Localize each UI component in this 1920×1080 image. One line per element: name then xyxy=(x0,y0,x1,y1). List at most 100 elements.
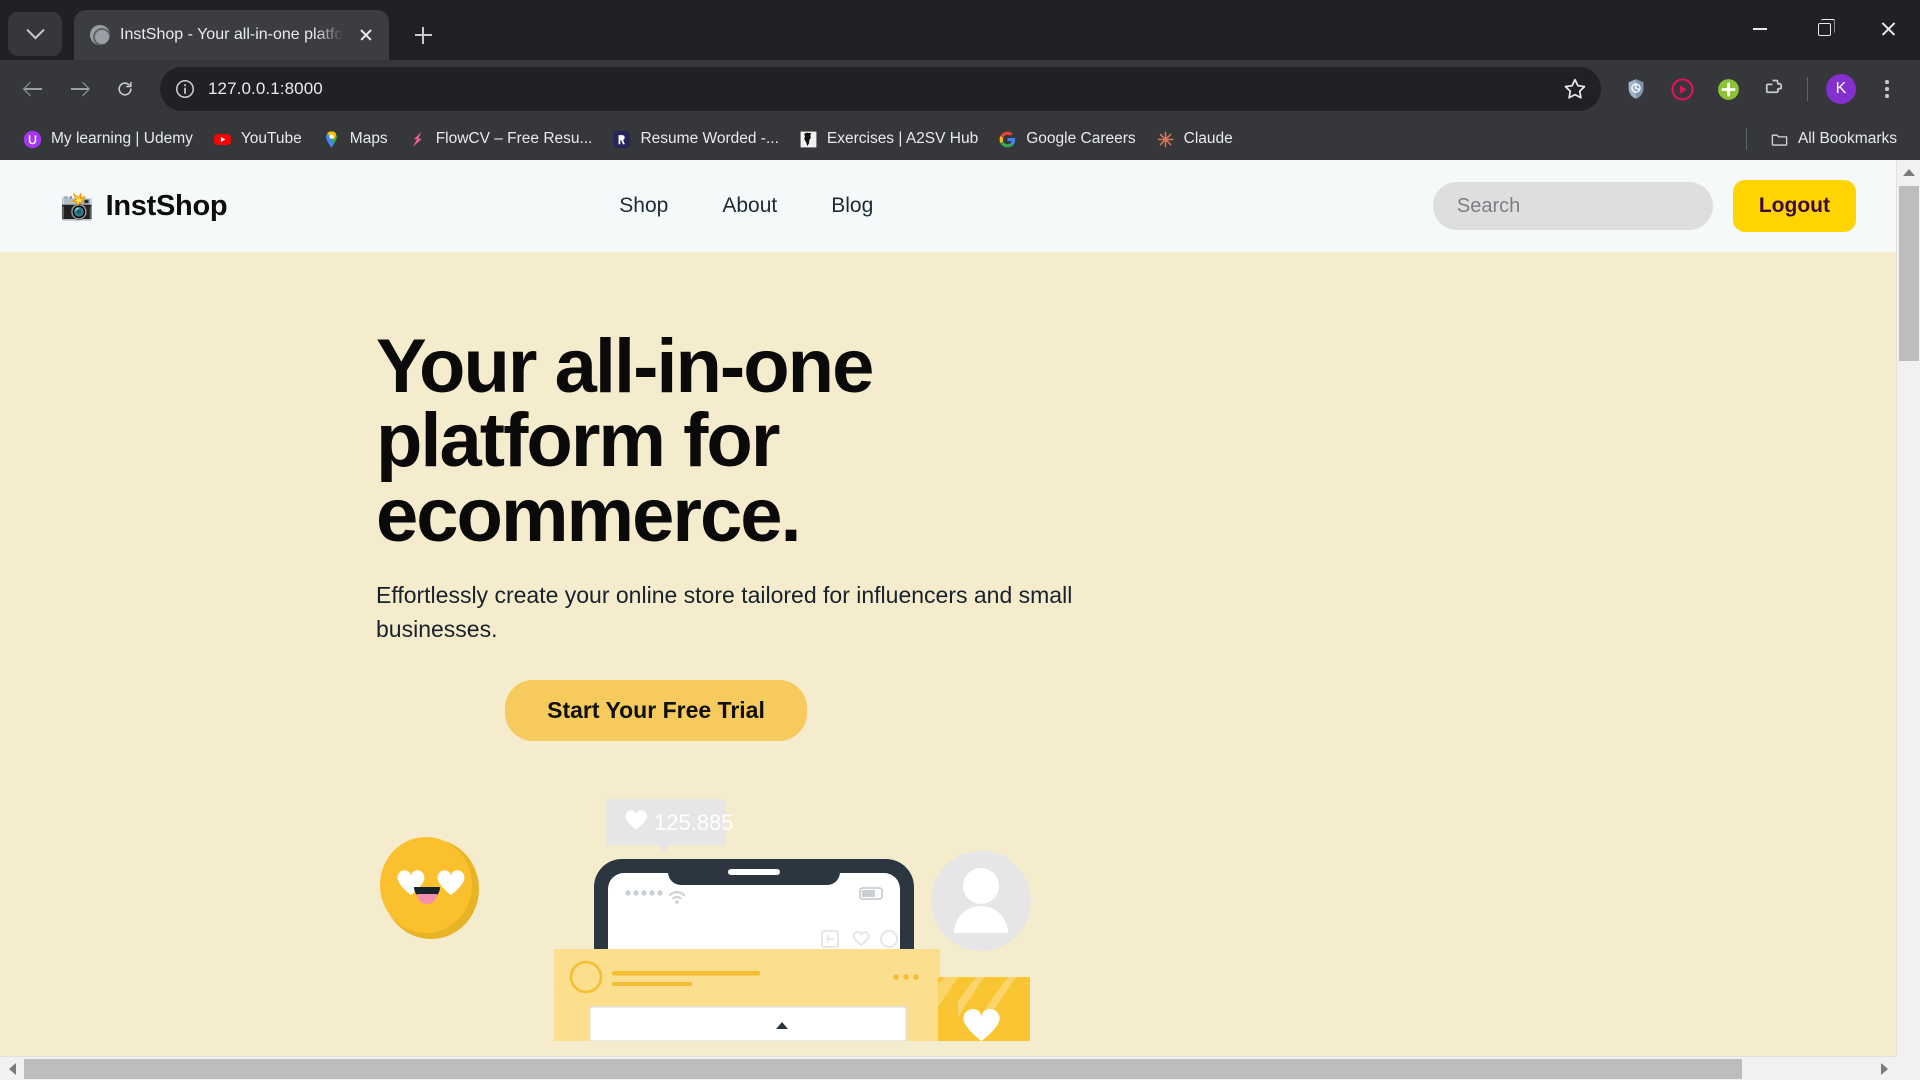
all-bookmarks-area: All Bookmarks xyxy=(1745,125,1906,154)
bookmark-a2sv[interactable]: Exercises | A2SV Hub xyxy=(790,125,987,154)
maximize-button[interactable] xyxy=(1792,0,1856,58)
a2sv-icon xyxy=(800,131,817,147)
bookmark-maps[interactable]: Maps xyxy=(313,125,397,154)
claude-icon xyxy=(1157,131,1174,147)
camera-flash-icon: 📸 xyxy=(60,190,94,221)
start-free-trial-button[interactable]: Start Your Free Trial xyxy=(505,680,807,742)
all-bookmarks-button[interactable]: All Bookmarks xyxy=(1761,125,1906,154)
nav-link-blog[interactable]: Blog xyxy=(831,194,873,218)
arrow-right-icon xyxy=(70,80,89,99)
bookmark-label: My learning | Udemy xyxy=(51,130,193,147)
site-nav-links: Shop About Blog xyxy=(619,194,873,218)
triangle-up-icon xyxy=(1902,168,1915,176)
back-button[interactable] xyxy=(12,68,54,110)
hero-title-line-3: ecommerce. xyxy=(376,472,802,558)
hero-title-line-2: platform for xyxy=(376,398,780,484)
brand-name: InstShop xyxy=(105,189,228,222)
scroll-right-button[interactable] xyxy=(1872,1057,1896,1080)
flowcv-icon xyxy=(412,131,422,147)
window-controls xyxy=(1728,0,1920,58)
triangle-right-icon xyxy=(1880,1063,1888,1075)
site-info-icon[interactable] xyxy=(174,78,196,100)
udemy-icon xyxy=(23,130,42,148)
bookmark-udemy[interactable]: My learning | Udemy xyxy=(14,125,202,154)
bookmark-label: YouTube xyxy=(240,130,302,147)
resume-worded-icon xyxy=(613,130,631,148)
bookmark-label: Resume Worded -... xyxy=(640,130,779,147)
youtube-icon xyxy=(214,133,231,145)
bookmark-star-icon[interactable] xyxy=(1563,77,1587,101)
bookmark-google-careers[interactable]: Google Careers xyxy=(989,125,1144,154)
search-input[interactable] xyxy=(1432,182,1713,230)
browser-toolbar: 127.0.0.1:8000 K xyxy=(0,60,1920,118)
bookmark-claude[interactable]: Claude xyxy=(1147,125,1242,154)
folder-icon xyxy=(1771,133,1788,146)
bookmark-label: Maps xyxy=(349,130,388,147)
site-nav-actions: Logout xyxy=(1432,180,1856,232)
address-bar[interactable]: 127.0.0.1:8000 xyxy=(160,67,1601,111)
nav-link-shop[interactable]: Shop xyxy=(619,194,668,218)
heart-eyes-face-icon xyxy=(380,837,479,940)
page-scrollbar-vertical[interactable] xyxy=(1896,160,1920,1056)
bookmark-label: Claude xyxy=(1183,130,1233,147)
logout-button[interactable]: Logout xyxy=(1732,180,1856,232)
close-window-button[interactable] xyxy=(1856,0,1920,58)
play-circle-icon[interactable] xyxy=(1661,68,1703,110)
globe-icon xyxy=(90,25,110,45)
site-navbar: 📸 InstShop Shop About Blog Logout xyxy=(0,160,1896,252)
browser-menu-button[interactable] xyxy=(1866,68,1908,110)
new-tab-button[interactable] xyxy=(403,15,443,55)
forward-button[interactable] xyxy=(58,68,100,110)
likes-count: 125.885 xyxy=(654,810,734,835)
bookmark-label: Exercises | A2SV Hub xyxy=(826,130,979,147)
bookmark-youtube[interactable]: YouTube xyxy=(204,125,311,154)
web-page: 📸 InstShop Shop About Blog Logout You xyxy=(0,160,1896,1080)
chevron-down-icon xyxy=(25,20,45,39)
avatar-initial: K xyxy=(1826,74,1856,104)
hero-cta-wrapper: Start Your Free Trial xyxy=(376,680,936,742)
hero-content: Your all-in-one platform for ecommerce. … xyxy=(376,324,1076,742)
page-viewport: 📸 InstShop Shop About Blog Logout You xyxy=(0,160,1920,1080)
bookmarks-divider xyxy=(1745,128,1747,150)
post-menu-dots xyxy=(893,974,919,980)
brand-logo-link[interactable]: 📸 InstShop xyxy=(60,189,228,223)
scrollbar-corner xyxy=(1896,1056,1920,1080)
close-icon[interactable] xyxy=(353,22,379,48)
scroll-up-button[interactable] xyxy=(1897,160,1920,184)
page-title: Your all-in-one platform for ecommerce. xyxy=(376,324,1076,558)
url-text: 127.0.0.1:8000 xyxy=(208,79,323,98)
tab-search-button[interactable] xyxy=(8,12,62,56)
shield-icon[interactable] xyxy=(1615,68,1657,110)
bookmark-label: Google Careers xyxy=(1026,130,1136,147)
google-maps-icon xyxy=(325,130,337,148)
reload-icon xyxy=(118,81,132,96)
bookmarks-bar: My learning | Udemy YouTube Maps FlowCV … xyxy=(0,118,1920,160)
all-bookmarks-label: All Bookmarks xyxy=(1797,130,1897,147)
profile-avatar[interactable]: K xyxy=(1820,68,1862,110)
user-avatar-placeholder xyxy=(931,851,1031,952)
tab-strip: InstShop - Your all-in-one platfo xyxy=(0,0,1920,60)
horizontal-scroll-thumb[interactable] xyxy=(24,1059,1742,1079)
white-heart-card xyxy=(938,977,1030,1042)
google-icon xyxy=(999,131,1016,147)
hero-subtitle: Effortlessly create your online store ta… xyxy=(376,582,1073,642)
likes-badge: 125.885 xyxy=(606,799,734,854)
nav-link-about[interactable]: About xyxy=(722,194,777,218)
scroll-left-button[interactable] xyxy=(0,1057,24,1080)
hero-title-line-1: Your all-in-one xyxy=(376,324,874,409)
reload-button[interactable] xyxy=(104,68,146,110)
puzzle-icon[interactable] xyxy=(1753,68,1795,110)
tab-title: InstShop - Your all-in-one platfo xyxy=(120,26,344,43)
page-scrollbar-horizontal[interactable] xyxy=(0,1056,1896,1080)
toolbar-divider xyxy=(1807,77,1808,101)
plus-icon xyxy=(414,26,432,44)
bookmark-resume-worded[interactable]: Resume Worded -... xyxy=(603,125,787,154)
minimize-button[interactable] xyxy=(1728,0,1792,58)
bookmark-flowcv[interactable]: FlowCV – Free Resu... xyxy=(399,125,602,154)
triangle-left-icon xyxy=(8,1063,16,1075)
vertical-scroll-thumb[interactable] xyxy=(1899,186,1919,361)
hero-section: Your all-in-one platform for ecommerce. … xyxy=(0,252,1896,1080)
browser-tab[interactable]: InstShop - Your all-in-one platfo xyxy=(74,10,390,60)
plus-circle-icon[interactable] xyxy=(1707,68,1749,110)
hero-illustration: 125.885 xyxy=(376,781,1096,1042)
